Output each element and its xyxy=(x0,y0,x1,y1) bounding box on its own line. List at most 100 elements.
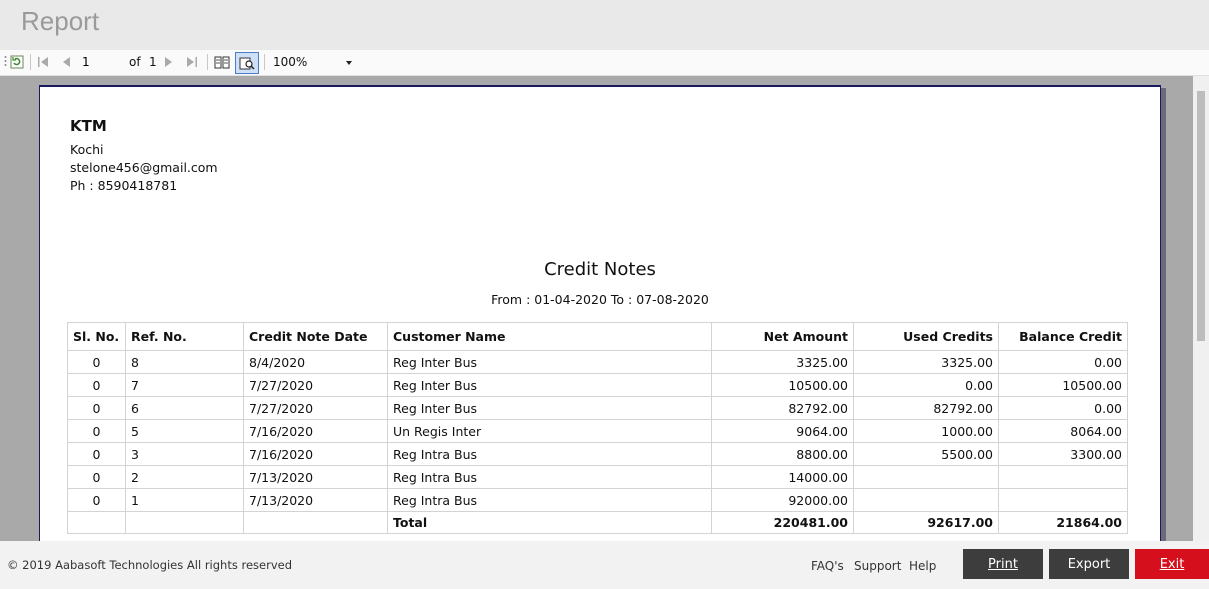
cell-customer-name: Reg Intra Bus xyxy=(387,488,712,512)
zoom-value: 100% xyxy=(273,55,308,69)
table-row: 0 6 7/27/2020 Reg Inter Bus 82792.00 82792.00… xyxy=(67,396,1128,420)
cell-balance-credit xyxy=(998,465,1128,489)
next-page-icon[interactable] xyxy=(163,53,175,71)
cell-credit-note-date: 8/4/2020 xyxy=(243,350,388,374)
total-label: Total xyxy=(387,511,712,534)
support-link[interactable]: Support xyxy=(854,559,901,573)
cell-used-credits: 0.00 xyxy=(853,373,999,397)
table-cell xyxy=(67,511,126,534)
toolbar-separator xyxy=(207,54,208,70)
cell-net-amount: 92000.00 xyxy=(711,488,854,512)
toolbar-separator xyxy=(30,54,31,70)
cell-credit-note-date: 7/27/2020 xyxy=(243,396,388,420)
cell-sl-no: 0 xyxy=(67,442,126,466)
table-row: 0 5 7/16/2020 Un Regis Inter 9064.00 1000.00 8… xyxy=(67,419,1128,443)
copyright-text: © 2019 Aabasoft Technologies All rights … xyxy=(7,558,293,572)
cell-credit-note-date: 7/13/2020 xyxy=(243,465,388,489)
cell-ref-no: 3 xyxy=(125,442,244,466)
report-viewer: KTM Kochi stelone456@gmail.com Ph : 8590… xyxy=(0,76,1209,541)
cell-net-amount: 3325.00 xyxy=(711,350,854,374)
first-page-icon[interactable] xyxy=(36,53,50,71)
refresh-icon[interactable] xyxy=(9,53,25,71)
column-header-credit-note-date: Credit Note Date xyxy=(243,322,388,351)
previous-page-icon[interactable] xyxy=(60,53,72,71)
column-header-sl-no: Sl. No. xyxy=(67,322,126,351)
table-row: 0 8 8/4/2020 Reg Inter Bus 3325.00 3325.00 0.0… xyxy=(67,350,1128,374)
toolbar-grip xyxy=(4,53,7,71)
company-city: Kochi xyxy=(70,142,104,157)
table-row: 0 3 7/16/2020 Reg Intra Bus 8800.00 5500.00 33… xyxy=(67,442,1128,466)
cell-balance-credit xyxy=(998,488,1128,512)
column-header-customer-name: Customer Name xyxy=(387,322,712,351)
column-header-balance-credit: Balance Credit xyxy=(998,322,1128,351)
scrollbar-thumb[interactable] xyxy=(1197,91,1205,341)
cell-credit-note-date: 7/16/2020 xyxy=(243,419,388,443)
help-link[interactable]: Help xyxy=(909,559,936,573)
cell-net-amount: 82792.00 xyxy=(711,396,854,420)
report-title: Credit Notes xyxy=(544,259,656,280)
cell-sl-no: 0 xyxy=(67,350,126,374)
vertical-scrollbar[interactable] xyxy=(1193,76,1209,541)
cell-net-amount: 9064.00 xyxy=(711,419,854,443)
report-toolbar: of 1 100% xyxy=(0,50,1209,76)
report-date-range: From : 01-04-2020 To : 07-08-2020 xyxy=(491,292,709,307)
column-header-net-amount: Net Amount xyxy=(711,322,854,351)
cell-balance-credit: 10500.00 xyxy=(998,373,1128,397)
table-cell xyxy=(243,511,388,534)
cell-net-amount: 14000.00 xyxy=(711,465,854,489)
cell-customer-name: Reg Inter Bus xyxy=(387,396,712,420)
report-page: KTM Kochi stelone456@gmail.com Ph : 8590… xyxy=(39,85,1161,541)
cell-balance-credit: 8064.00 xyxy=(998,419,1128,443)
of-label: of xyxy=(129,55,141,69)
cell-balance-credit: 0.00 xyxy=(998,350,1128,374)
cell-ref-no: 6 xyxy=(125,396,244,420)
exit-button[interactable]: Exit xyxy=(1135,549,1209,579)
print-button-label: Print xyxy=(988,556,1018,572)
cell-sl-no: 0 xyxy=(67,373,126,397)
page-number-input[interactable] xyxy=(80,53,124,71)
table-row: 0 2 7/13/2020 Reg Intra Bus 14000.00 xyxy=(67,465,1128,489)
company-name: KTM xyxy=(70,117,107,135)
cell-ref-no: 1 xyxy=(125,488,244,512)
cell-customer-name: Un Regis Inter xyxy=(387,419,712,443)
cell-used-credits: 3325.00 xyxy=(853,350,999,374)
cell-customer-name: Reg Intra Bus xyxy=(387,442,712,466)
column-header-ref-no: Ref. No. xyxy=(125,322,244,351)
table-total-row: Total 220481.00 92617.00 21864.00 xyxy=(67,511,1128,534)
company-email: stelone456@gmail.com xyxy=(70,160,218,175)
column-header-used-credits: Used Credits xyxy=(853,322,999,351)
chevron-down-icon xyxy=(346,61,352,65)
credit-notes-table: Sl. No. Ref. No. Credit Note Date Custom… xyxy=(67,322,1128,534)
export-button[interactable]: Export xyxy=(1049,549,1129,579)
cell-ref-no: 2 xyxy=(125,465,244,489)
table-row: 0 7 7/27/2020 Reg Inter Bus 10500.00 0.00 1050… xyxy=(67,373,1128,397)
total-used-credits: 92617.00 xyxy=(853,511,999,534)
cell-used-credits xyxy=(853,488,999,512)
total-pages: 1 xyxy=(149,55,157,69)
cell-sl-no: 0 xyxy=(67,419,126,443)
cell-customer-name: Reg Inter Bus xyxy=(387,350,712,374)
find-icon[interactable] xyxy=(235,52,259,74)
print-button[interactable]: Print xyxy=(963,549,1043,579)
cell-sl-no: 0 xyxy=(67,488,126,512)
toggle-group-tree-icon[interactable] xyxy=(213,53,231,71)
cell-used-credits: 82792.00 xyxy=(853,396,999,420)
last-page-icon[interactable] xyxy=(185,53,199,71)
cell-net-amount: 8800.00 xyxy=(711,442,854,466)
cell-used-credits xyxy=(853,465,999,489)
cell-used-credits: 5500.00 xyxy=(853,442,999,466)
cell-sl-no: 0 xyxy=(67,465,126,489)
cell-customer-name: Reg Inter Bus xyxy=(387,373,712,397)
zoom-select[interactable]: 100% xyxy=(270,53,356,71)
cell-ref-no: 8 xyxy=(125,350,244,374)
export-button-label: Export xyxy=(1067,556,1111,572)
total-balance-credit: 21864.00 xyxy=(998,511,1128,534)
footer-bar: © 2019 Aabasoft Technologies All rights … xyxy=(0,541,1209,589)
cell-used-credits: 1000.00 xyxy=(853,419,999,443)
cell-sl-no: 0 xyxy=(67,396,126,420)
faq-link[interactable]: FAQ's xyxy=(811,559,844,573)
exit-button-label: Exit xyxy=(1159,556,1185,572)
cell-ref-no: 7 xyxy=(125,373,244,397)
table-cell xyxy=(125,511,244,534)
toolbar-separator xyxy=(264,54,265,70)
